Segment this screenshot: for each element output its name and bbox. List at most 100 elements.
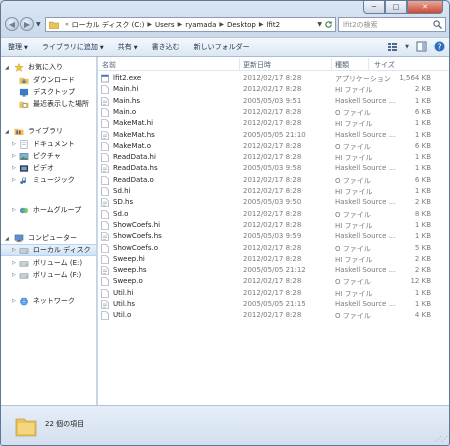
include-in-library-button[interactable]: ライブラリに追加 ▼ [35, 42, 111, 52]
refresh-icon[interactable] [324, 20, 333, 29]
forward-arrow-icon: ▶ [23, 19, 31, 29]
minimize-button[interactable]: ─ [363, 1, 385, 14]
view-options-icon[interactable] [387, 41, 398, 52]
breadcrumb-local-disk[interactable]: ローカル ディスク (C:) [72, 20, 145, 30]
breadcrumb-ryamada[interactable]: ryamada [185, 21, 216, 29]
file-size: 8 KB [414, 209, 431, 218]
sidebar-item-pictures[interactable]: ▷ ピクチャ [1, 150, 96, 162]
column-name[interactable]: 名前 [102, 60, 116, 70]
haskell-source-icon [101, 266, 109, 275]
sidebar-item-label: お気に入り [28, 63, 63, 71]
help-icon[interactable]: ? [434, 41, 445, 52]
sidebar-item-music[interactable]: ▷ ミュージック [1, 174, 96, 186]
search-icon[interactable] [433, 20, 442, 29]
file-type: HI ファイル [335, 154, 373, 163]
resize-grip[interactable]: ⋰⋰ [435, 435, 448, 443]
sidebar-item-recent-places[interactable]: 最近表示した場所 [1, 98, 96, 110]
file-row[interactable]: Util.hs 2005/05/05 21:15 Haskell Source ..… [98, 299, 449, 310]
new-folder-button[interactable]: 新しいフォルダー [187, 42, 257, 52]
file-row[interactable]: Util.o 2012/02/17 8:28 O ファイル 4 KB [98, 310, 449, 321]
file-row[interactable]: ShowCoefs.o 2012/02/17 8:28 O ファイル 5 KB [98, 243, 449, 254]
file-row[interactable]: Sweep.o 2012/02/17 8:28 O ファイル 12 KB [98, 276, 449, 287]
sidebar-item-videos[interactable]: ▷ ビデオ [1, 162, 96, 174]
column-separator[interactable] [368, 58, 369, 70]
folder-icon [15, 418, 37, 437]
sidebar-item-computer[interactable]: コンピューター [1, 232, 96, 244]
column-size[interactable]: サイズ [374, 60, 395, 70]
file-date: 2012/02/17 8:28 [243, 141, 302, 150]
expand-icon[interactable]: ▷ [12, 177, 16, 183]
column-date[interactable]: 更新日時 [243, 60, 271, 70]
file-row[interactable]: ReadData.hs 2005/05/03 9:58 Haskell Source… [98, 163, 449, 174]
file-row[interactable]: Sweep.hs 2005/05/05 21:12 Haskell Source .… [98, 265, 449, 276]
file-size: 1 KB [414, 164, 431, 173]
preview-pane-icon[interactable] [416, 41, 427, 52]
expand-icon[interactable]: ▷ [12, 272, 16, 278]
file-row[interactable]: Sd.hi 2012/02/17 8:28 HI ファイル 1 KB [98, 186, 449, 197]
maximize-button[interactable]: □ [385, 1, 407, 14]
sidebar-item-network[interactable]: ▷ ネットワーク [1, 295, 96, 307]
address-dropdown[interactable]: ▼ [317, 21, 322, 28]
sidebar-item-downloads[interactable]: ダウンロード [1, 74, 96, 86]
file-row[interactable]: ReadData.o 2012/02/17 8:28 O ファイル 6 KB [98, 175, 449, 186]
breadcrumb-overflow[interactable]: « [65, 21, 69, 28]
sidebar-item-homegroup[interactable]: ▷ ホームグループ [1, 204, 96, 216]
breadcrumb-lfit2[interactable]: lfit2 [266, 21, 280, 29]
document-icon [101, 153, 109, 162]
file-row[interactable]: Main.hs 2005/05/03 9:51 Haskell Source ...… [98, 96, 449, 107]
sidebar-item-volume-e[interactable]: ▷ ボリューム (E:) [1, 257, 96, 269]
file-row[interactable]: MakeMat.o 2012/02/17 8:28 O ファイル 6 KB [98, 141, 449, 152]
breadcrumb-desktop[interactable]: Desktop [227, 21, 256, 29]
address-bar[interactable]: « ローカル ディスク (C:) ▶ Users ▶ ryamada ▶ Des… [45, 17, 336, 32]
breadcrumb-separator[interactable]: ▶ [219, 21, 224, 28]
file-row[interactable]: ShowCoefs.hs 2005/05/03 9:59 Haskell Sourc… [98, 231, 449, 242]
file-row[interactable]: Main.o 2012/02/17 8:28 O ファイル 6 KB [98, 107, 449, 118]
column-separator[interactable] [331, 58, 332, 70]
breadcrumb-users[interactable]: Users [155, 21, 175, 29]
expand-icon[interactable]: ▷ [12, 207, 16, 213]
file-date: 2005/05/05 21:12 [243, 266, 306, 275]
breadcrumb-separator[interactable]: ▶ [147, 21, 152, 28]
haskell-source-icon [101, 300, 109, 309]
music-icon [20, 176, 26, 184]
file-row[interactable]: MakeMat.hs 2005/05/05 21:10 Haskell Source… [98, 130, 449, 141]
sidebar-item-desktop[interactable]: デスクトップ [1, 86, 96, 98]
share-button[interactable]: 共有 ▼ [111, 42, 145, 52]
sidebar-item-documents[interactable]: ▷ ドキュメント [1, 138, 96, 150]
breadcrumb-separator[interactable]: ▶ [178, 21, 183, 28]
search-input[interactable]: lfit2の検索 [338, 17, 446, 32]
file-row[interactable]: SD.hs 2005/05/03 9:50 Haskell Source ... 2 … [98, 197, 449, 208]
back-button[interactable]: ◀ [5, 17, 19, 31]
svg-text:?: ? [437, 42, 441, 51]
forward-button[interactable]: ▶ [20, 17, 34, 31]
sidebar-item-volume-f[interactable]: ▷ ボリューム (F:) [1, 269, 96, 281]
file-row[interactable]: lfit2.exe 2012/02/17 8:28 アプリケーション 1,564 KB [98, 73, 449, 84]
file-name: Sweep.hs [113, 266, 147, 275]
sidebar-item-libraries[interactable]: ライブラリ [1, 125, 96, 137]
file-row[interactable]: ShowCoefs.hi 2012/02/17 8:28 HI ファイル 1 KB [98, 220, 449, 231]
file-row[interactable]: ReadData.hi 2012/02/17 8:28 HI ファイル 1 KB [98, 152, 449, 163]
breadcrumb-separator[interactable]: ▶ [259, 21, 264, 28]
file-row[interactable]: MakeMat.hi 2012/02/17 8:28 HI ファイル 1 KB [98, 118, 449, 129]
recent-pages-dropdown[interactable]: ▼ [36, 21, 41, 28]
sidebar-item-local-disk[interactable]: ▷ ローカル ディスク [1, 244, 96, 256]
expand-icon[interactable]: ▷ [12, 247, 16, 253]
sidebar-item-label: コンピューター [28, 234, 77, 242]
expand-icon[interactable]: ▷ [12, 165, 16, 171]
document-icon [101, 85, 109, 95]
expand-icon[interactable]: ▷ [12, 298, 16, 304]
organize-button[interactable]: 整理 ▼ [1, 42, 35, 52]
close-button[interactable]: ✕ [407, 1, 443, 14]
sidebar-item-favorites[interactable]: お気に入り [1, 61, 96, 73]
file-row[interactable]: Util.hi 2012/02/17 8:28 HI ファイル 1 KB [98, 288, 449, 299]
expand-icon[interactable]: ▷ [12, 260, 16, 266]
burn-button[interactable]: 書き込む [145, 42, 187, 52]
file-row[interactable]: Sd.o 2012/02/17 8:28 O ファイル 8 KB [98, 209, 449, 220]
column-type[interactable]: 種類 [335, 60, 349, 70]
file-row[interactable]: Sweep.hi 2012/02/17 8:28 HI ファイル 2 KB [98, 254, 449, 265]
expand-icon[interactable]: ▷ [12, 153, 16, 159]
view-dropdown[interactable]: ▼ [405, 44, 409, 50]
column-separator[interactable] [239, 58, 240, 70]
file-row[interactable]: Main.hi 2012/02/17 8:28 HI ファイル 2 KB [98, 84, 449, 95]
expand-icon[interactable]: ▷ [12, 141, 16, 147]
